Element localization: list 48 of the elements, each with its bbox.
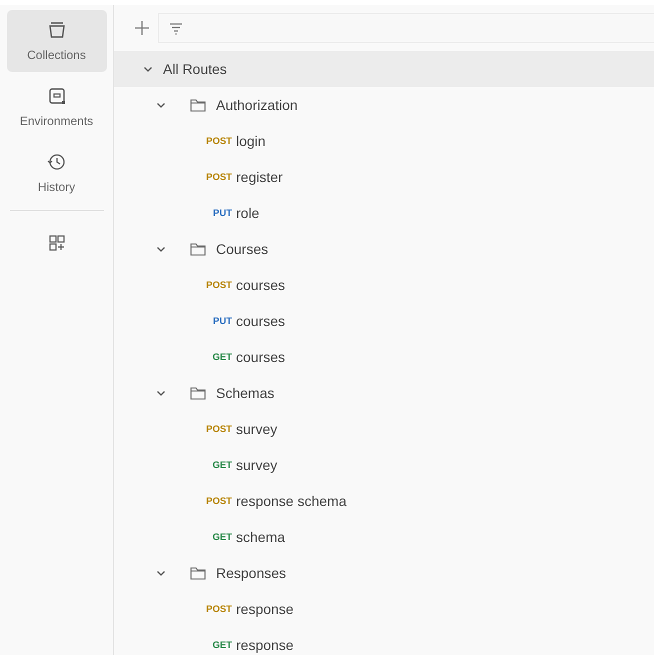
chevron-icon[interactable] bbox=[143, 64, 153, 74]
request-row[interactable]: GET courses bbox=[114, 339, 654, 375]
method-label: POST bbox=[205, 424, 232, 434]
method-label: GET bbox=[211, 352, 232, 362]
method-label: POST bbox=[205, 136, 232, 146]
request-row[interactable]: POST survey bbox=[114, 411, 654, 447]
folder-row[interactable]: Schemas bbox=[114, 375, 654, 411]
folder-icon bbox=[190, 98, 206, 112]
sidebar-item[interactable]: Environments bbox=[6, 76, 106, 138]
method-label: PUT bbox=[212, 316, 232, 326]
request-row[interactable]: POST response schema bbox=[114, 483, 654, 519]
request-row[interactable]: POST response bbox=[114, 591, 654, 627]
chevron-icon[interactable] bbox=[156, 100, 166, 110]
sidebar-item[interactable]: History bbox=[6, 142, 106, 204]
method-label: GET bbox=[211, 460, 232, 470]
request-row[interactable]: GET response bbox=[114, 627, 654, 655]
method-label: POST bbox=[205, 172, 232, 182]
method-label: POST bbox=[205, 496, 232, 506]
filter-icon bbox=[169, 21, 183, 35]
request-row[interactable]: GET survey bbox=[114, 447, 654, 483]
folder-icon bbox=[190, 386, 206, 400]
request-row[interactable]: PUT courses bbox=[114, 303, 654, 339]
chevron-icon[interactable] bbox=[156, 388, 166, 398]
folder-icon bbox=[190, 242, 206, 256]
method-label: GET bbox=[211, 640, 232, 650]
request-row[interactable]: GET schema bbox=[114, 519, 654, 555]
request-row[interactable]: POST login bbox=[114, 123, 654, 159]
folder-row[interactable]: Authorization bbox=[114, 87, 654, 123]
filter-field[interactable] bbox=[158, 13, 654, 43]
folder-row[interactable]: Courses bbox=[114, 231, 654, 267]
add-button[interactable] bbox=[132, 18, 152, 38]
folder-row[interactable]: Responses bbox=[114, 555, 654, 591]
request-row[interactable]: POST courses bbox=[114, 267, 654, 303]
request-row[interactable]: POST register bbox=[114, 159, 654, 195]
sidebar-item[interactable]: Collections bbox=[6, 10, 106, 72]
chevron-icon[interactable] bbox=[156, 568, 166, 578]
history-icon bbox=[46, 152, 66, 172]
environment-icon bbox=[46, 86, 66, 106]
method-label: POST bbox=[205, 604, 232, 614]
method-label: GET bbox=[211, 532, 232, 542]
tree-row[interactable]: All Routes bbox=[114, 51, 654, 87]
request-row[interactable]: PUT role bbox=[114, 195, 654, 231]
method-label: POST bbox=[205, 280, 232, 290]
chevron-icon[interactable] bbox=[156, 244, 166, 254]
trash-can-icon bbox=[46, 20, 66, 40]
method-label: PUT bbox=[212, 208, 232, 218]
grid-plus-icon[interactable] bbox=[46, 233, 66, 253]
folder-icon bbox=[190, 566, 206, 580]
